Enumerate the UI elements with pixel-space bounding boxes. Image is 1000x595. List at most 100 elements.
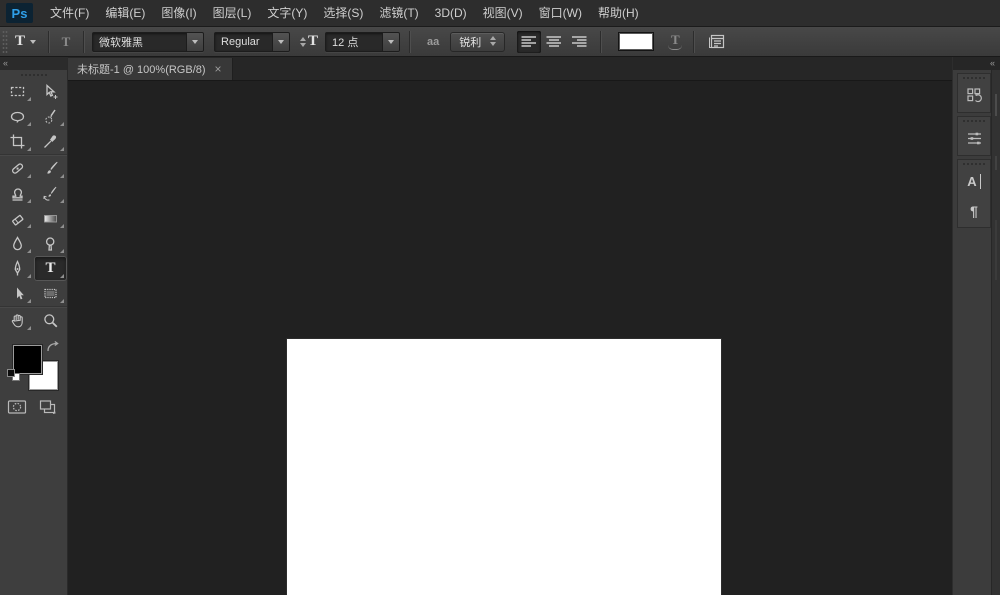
history-brush-icon [42,185,59,202]
align-right-button[interactable] [567,31,591,53]
default-colors-button[interactable] [7,369,22,382]
font-family-dropdown-button[interactable] [186,33,203,51]
font-family-value: 微软雅黑 [93,33,186,51]
font-style-select[interactable]: Regular [214,32,290,52]
tool-hand[interactable] [0,308,34,333]
tool-lasso[interactable] [0,104,34,129]
pen-icon [9,260,26,277]
chevron-down-icon [30,40,36,44]
font-size-select[interactable]: 12 点 [325,32,400,52]
history-panel-icon [966,87,983,104]
separator [600,31,601,53]
screen-mode-icon [38,399,58,415]
tab-close-icon[interactable]: × [214,63,223,75]
menu-file[interactable]: 文件(F) [42,0,97,27]
toolbar-gripper[interactable] [0,70,67,79]
history-panel-button[interactable] [958,81,990,110]
chevron-down-icon [278,40,284,44]
dock-scrollbar[interactable] [991,70,1000,595]
menu-select[interactable]: 选择(S) [315,0,371,27]
character-panel-button[interactable]: A [958,167,990,196]
tool-quick-selection[interactable] [34,104,67,129]
menu-help[interactable]: 帮助(H) [590,0,647,27]
blur-drop-icon [9,235,26,252]
photoshop-window: Ps 文件(F) 编辑(E) 图像(I) 图层(L) 文字(Y) 选择(S) 滤… [0,0,1000,595]
dock-gripper[interactable] [958,74,990,81]
tool-brush[interactable] [34,156,67,181]
screen-mode-button[interactable] [37,398,59,416]
font-style-dropdown-button[interactable] [272,33,289,51]
text-alignment-group [517,31,591,53]
tool-rectangular-marquee[interactable] [0,79,34,104]
warp-text-button[interactable]: T [666,33,684,50]
tool-eyedropper[interactable] [34,129,67,154]
dock-group-type-panels: A ¶ [957,159,991,228]
tools-grid: T [0,79,67,333]
tool-clone-stamp[interactable] [0,181,34,206]
menu-layer[interactable]: 图层(L) [205,0,260,27]
separator [693,31,694,53]
toggle-character-paragraph-panels-button[interactable] [706,31,728,53]
align-center-button[interactable] [542,31,566,53]
quick-mask-button[interactable] [6,398,28,416]
dock-group-adjustments [957,116,991,156]
font-size-value: 12 点 [326,33,382,51]
document-tab[interactable]: 未标题-1 @ 100%(RGB/8) × [68,58,233,80]
tool-dodge[interactable] [34,231,67,256]
tool-gradient[interactable] [34,206,67,231]
swap-colors-button[interactable] [45,340,62,355]
tool-rectangle-shape[interactable] [34,281,67,306]
menu-image[interactable]: 图像(I) [153,0,204,27]
rectangular-marquee-icon [9,83,26,100]
menu-view[interactable]: 视图(V) [475,0,531,27]
scrollbar-thumb[interactable] [995,94,997,116]
character-panel-icon: A [967,174,980,189]
tool-crop[interactable] [0,129,34,154]
anti-alias-select[interactable]: 锐利 [450,32,505,52]
warp-arc-icon [668,45,682,50]
menu-edit[interactable]: 编辑(E) [97,0,153,27]
text-color-swatch[interactable] [618,32,654,51]
tool-spot-healing-brush[interactable] [0,156,34,181]
adjustments-panel-button[interactable] [958,124,990,153]
canvas-workspace [68,81,952,595]
document-canvas[interactable] [287,339,721,595]
quick-selection-icon [42,108,59,125]
dock-groups: A ¶ [957,73,991,231]
dock-group-history [957,73,991,113]
tool-history-brush[interactable] [34,181,67,206]
menu-3d[interactable]: 3D(D) [427,0,475,27]
align-left-button[interactable] [517,31,541,53]
menu-filter[interactable]: 滤镜(T) [371,0,426,27]
toggle-text-orientation-button[interactable]: T [54,35,78,49]
anti-alias-value: 锐利 [459,34,481,50]
menu-window[interactable]: 窗口(W) [531,0,590,27]
align-right-icon [571,35,587,49]
dock-gripper[interactable] [958,117,990,124]
font-size-dropdown-button[interactable] [382,33,399,51]
tool-eraser[interactable] [0,206,34,231]
menu-bar: Ps 文件(F) 编辑(E) 图像(I) 图层(L) 文字(Y) 选择(S) 滤… [0,0,1000,27]
dock-gripper[interactable] [958,160,990,167]
tool-move[interactable] [34,79,67,104]
tool-blur[interactable] [0,231,34,256]
font-family-select[interactable]: 微软雅黑 [92,32,204,52]
path-selection-icon [9,285,26,302]
tools-panel: « [0,57,68,595]
dock-collapse-button[interactable]: « [953,57,1000,70]
tool-path-selection[interactable] [0,281,34,306]
menu-type[interactable]: 文字(Y) [259,0,315,27]
tool-horizontal-type[interactable]: T [34,256,67,281]
tool-zoom[interactable] [34,308,67,333]
brush-icon [42,160,59,177]
tool-pen[interactable] [0,256,34,281]
ps-logo: Ps [6,3,33,23]
crop-icon [9,133,26,150]
tool-preset-picker[interactable]: T [8,30,43,54]
type-tool-icon: T [15,34,25,49]
chevron-down-icon [388,40,394,44]
toolbar-collapse-button[interactable]: « [0,57,67,70]
scrollbar-mark [995,156,997,170]
paragraph-panel-icon: ¶ [970,204,978,218]
paragraph-panel-button[interactable]: ¶ [958,196,990,225]
